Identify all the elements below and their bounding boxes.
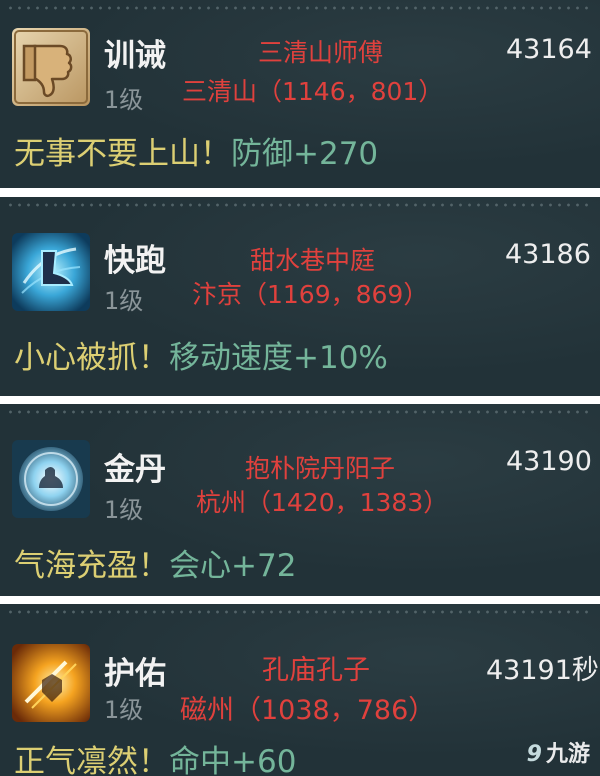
unlock-hint: 无事不要上山！ bbox=[14, 136, 231, 172]
npc-name: 三清山师傅 bbox=[258, 38, 384, 67]
divider-dots bbox=[6, 6, 594, 10]
emote-id: 43164 bbox=[506, 34, 592, 65]
npc-name: 抱朴院丹阳子 bbox=[245, 454, 396, 483]
emote-card: 快跑 1级 甜水巷中庭 汴京（1169，869） 43186 小心被抓！移动速度… bbox=[0, 197, 600, 396]
thumbs-down-icon bbox=[12, 28, 90, 106]
unlock-hint: 气海充盈！ bbox=[14, 548, 169, 584]
emote-name: 训诫 bbox=[104, 38, 166, 74]
attribute-bonus: 移动速度+10% bbox=[169, 340, 388, 376]
site-watermark: 9 九游 bbox=[527, 736, 590, 768]
emote-id: 43190 bbox=[506, 446, 592, 477]
npc-location: 汴京（1169，869） bbox=[192, 280, 429, 309]
emote-id: 43186 bbox=[505, 239, 591, 270]
emote-level: 1级 bbox=[104, 287, 144, 315]
watermark-text: 九游 bbox=[545, 742, 590, 767]
emote-description: 小心被抓！移动速度+10% bbox=[14, 332, 388, 377]
emote-id: 43191秒 bbox=[486, 655, 599, 686]
emote-level: 1级 bbox=[104, 696, 144, 724]
emote-description: 无事不要上山！防御+270 bbox=[14, 128, 378, 173]
emote-description: 正气凛然！命中+60 bbox=[14, 736, 296, 776]
attribute-bonus: 防御+270 bbox=[231, 136, 379, 172]
npc-location: 杭州（1420，1383） bbox=[196, 488, 449, 517]
emote-name: 快跑 bbox=[104, 243, 166, 279]
npc-name: 孔庙孔子 bbox=[262, 655, 370, 686]
emote-level: 1级 bbox=[104, 86, 144, 114]
emote-name: 护佑 bbox=[104, 656, 166, 692]
watermark-logo-icon: 9 bbox=[526, 742, 542, 767]
unlock-hint: 正气凛然！ bbox=[14, 744, 169, 776]
emote-card: 训诫 1级 三清山师傅 三清山（1146，801） 43164 无事不要上山！防… bbox=[0, 0, 600, 188]
meditation-orb-icon bbox=[12, 440, 90, 518]
golden-shield-icon bbox=[12, 644, 90, 722]
npc-name: 甜水巷中庭 bbox=[250, 246, 376, 275]
divider-dots bbox=[6, 610, 594, 614]
attribute-bonus: 会心+72 bbox=[169, 548, 297, 584]
unlock-hint: 小心被抓！ bbox=[14, 340, 169, 376]
divider-dots bbox=[6, 410, 594, 414]
attribute-bonus: 命中+60 bbox=[169, 744, 297, 776]
emote-name: 金丹 bbox=[104, 452, 166, 488]
emote-level: 1级 bbox=[104, 496, 144, 524]
npc-location: 磁州（1038，786） bbox=[180, 695, 436, 726]
npc-location: 三清山（1146，801） bbox=[182, 77, 444, 106]
emote-description: 气海充盈！会心+72 bbox=[14, 540, 296, 585]
emote-card: 金丹 1级 抱朴院丹阳子 杭州（1420，1383） 43190 气海充盈！会心… bbox=[0, 404, 600, 596]
running-boot-icon bbox=[12, 233, 90, 311]
emote-card: 护佑 1级 孔庙孔子 磁州（1038，786） 43191秒 正气凛然！命中+6… bbox=[0, 604, 600, 776]
divider-dots bbox=[6, 203, 594, 207]
